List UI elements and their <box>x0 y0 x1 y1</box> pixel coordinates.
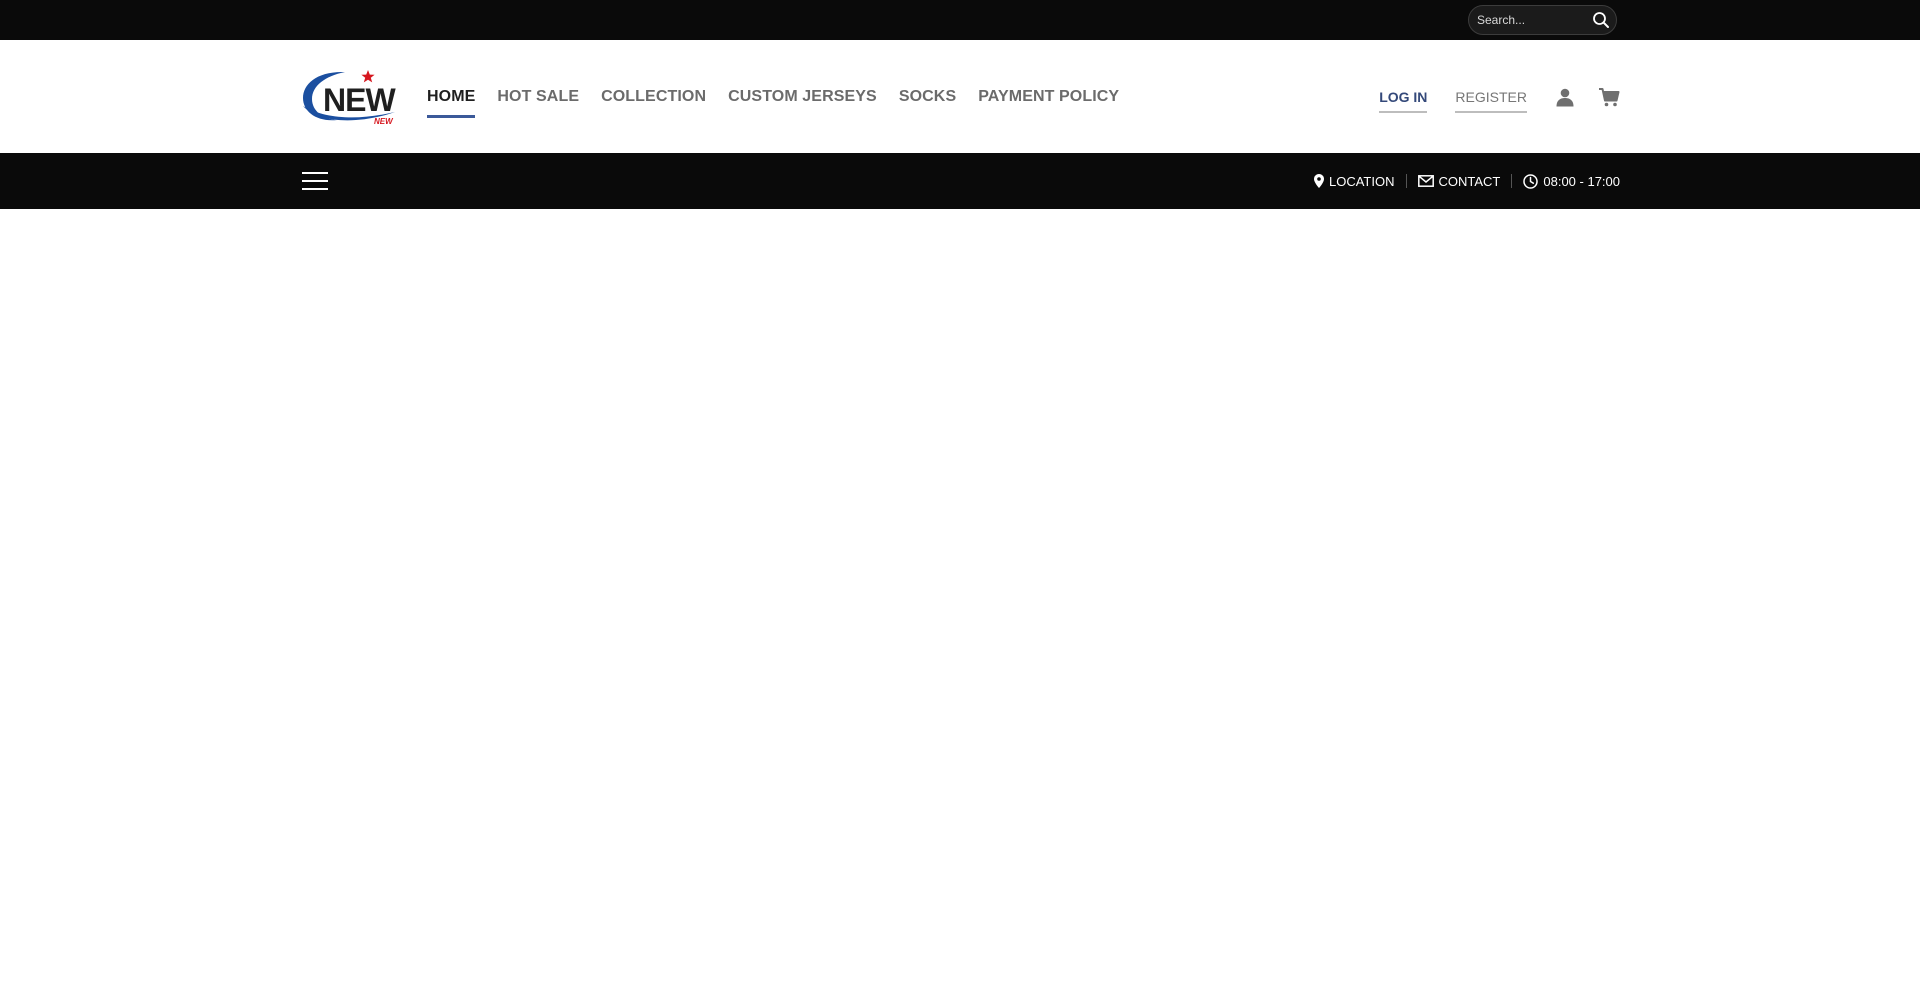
location-link[interactable]: LOCATION <box>1314 174 1395 189</box>
main-nav: HOME HOT SALE COLLECTION CUSTOM JERSEYS … <box>427 40 1141 153</box>
logo-sub-text: NEW <box>374 117 394 126</box>
secondary-bar: LOCATION CONTACT 08:00 - 17:00 <box>0 153 1920 209</box>
site-logo[interactable]: NEW NEW <box>301 68 397 126</box>
main-header: NEW NEW HOME HOT SALE COLLECTION CUSTOM … <box>0 40 1920 153</box>
menu-icon[interactable] <box>302 170 328 192</box>
login-link[interactable]: LOG IN <box>1379 89 1428 113</box>
info-divider <box>1511 174 1513 188</box>
clock-icon <box>1523 173 1539 189</box>
header-info-list: LOCATION CONTACT 08:00 - 17:00 <box>1314 153 1620 209</box>
cart-icon[interactable] <box>1598 86 1620 108</box>
logo-main-text: NEW <box>323 82 396 118</box>
user-icon[interactable] <box>1555 87 1575 107</box>
nav-socks[interactable]: SOCKS <box>899 88 956 106</box>
nav-payment-policy[interactable]: PAYMENT POLICY <box>978 88 1119 106</box>
location-pin-icon <box>1314 174 1324 188</box>
search-box <box>1468 5 1617 35</box>
search-icon[interactable] <box>1592 11 1610 29</box>
nav-hot-sale[interactable]: HOT SALE <box>497 88 579 106</box>
nav-collection[interactable]: COLLECTION <box>601 88 706 106</box>
info-divider <box>1405 174 1407 188</box>
location-label: LOCATION <box>1329 173 1395 189</box>
search-input[interactable] <box>1475 9 1587 31</box>
nav-home[interactable]: HOME <box>427 88 476 118</box>
register-link[interactable]: REGISTER <box>1455 89 1527 113</box>
contact-link[interactable]: CONTACT <box>1417 173 1501 189</box>
account-area: LOG IN REGISTER <box>1379 40 1620 153</box>
hours-info[interactable]: 08:00 - 17:00 <box>1523 174 1620 189</box>
envelope-icon <box>1417 175 1434 187</box>
contact-label: CONTACT <box>1438 173 1501 189</box>
nav-custom-jerseys[interactable]: CUSTOM JERSEYS <box>728 88 877 106</box>
top-bar <box>0 0 1920 40</box>
hours-label: 08:00 - 17:00 <box>1543 173 1620 189</box>
